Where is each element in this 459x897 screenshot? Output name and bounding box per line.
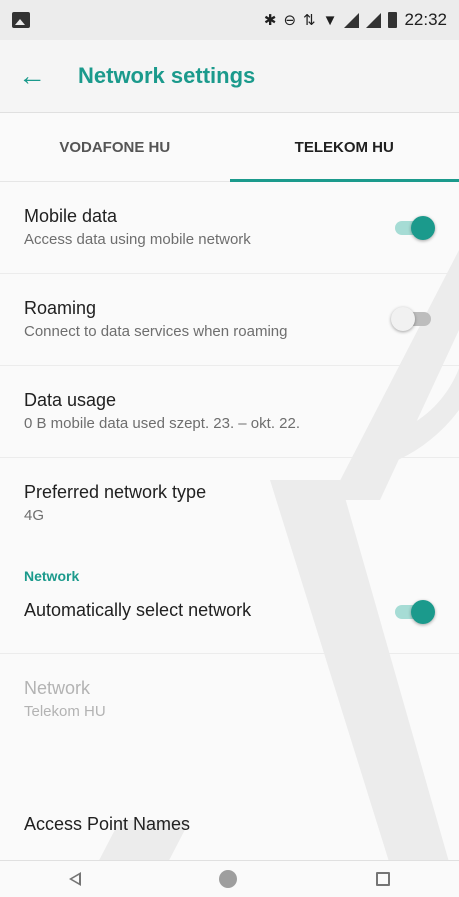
roaming-item[interactable]: Roaming Connect to data services when ro… [0, 274, 459, 366]
app-bar: ← Network settings [0, 40, 459, 112]
access-point-names-title: Access Point Names [24, 814, 191, 834]
tab-vodafone-hu[interactable]: VODAFONE HU [0, 113, 230, 181]
navigation-bar [0, 860, 459, 897]
auto-select-network-item[interactable]: Automatically select network [0, 594, 459, 654]
auto-select-network-title: Automatically select network [24, 600, 252, 620]
nav-home-icon[interactable] [219, 870, 238, 888]
mobile-data-title: Mobile data [24, 206, 118, 226]
bluetooth-icon: ✱ [263, 11, 277, 29]
roaming-switch[interactable] [391, 307, 431, 331]
data-usage-item[interactable]: Data usage 0 B mobile data used szept. 2… [0, 366, 459, 458]
data-usage-summary: 0 B mobile data used szept. 23. – okt. 2… [24, 415, 301, 432]
preferred-network-type-summary: 4G [24, 507, 45, 524]
signal-icon [344, 12, 360, 28]
mobile-data-switch[interactable] [395, 216, 435, 240]
data-usage-title: Data usage [24, 390, 117, 410]
signal-icon [366, 12, 382, 28]
gallery-icon [12, 12, 30, 28]
network-section-header: Network [24, 568, 80, 584]
arrow-back-icon[interactable]: ← [18, 62, 68, 90]
battery-icon [388, 12, 398, 28]
tab-telekom-hu[interactable]: TELEKOM HU [229, 113, 459, 182]
preferred-network-type-title: Preferred network type [24, 482, 207, 502]
auto-select-network-switch[interactable] [395, 600, 435, 624]
status-bar: ✱ ⊖ ⇅ ▼ 22:32 [0, 0, 459, 40]
network-item: Network Telekom HU [0, 654, 459, 774]
mobile-data-item[interactable]: Mobile data Access data using mobile net… [0, 182, 459, 274]
sim-tabs: VODAFONE HU TELEKOM HU [0, 112, 459, 182]
nav-back-icon[interactable] [69, 872, 82, 886]
wifi-icon: ▼ [322, 11, 338, 29]
access-point-names-item[interactable]: Access Point Names [0, 774, 459, 846]
dnd-icon: ⊖ [283, 11, 297, 29]
network-title: Network [24, 678, 91, 698]
settings-list: Mobile data Access data using mobile net… [0, 182, 459, 846]
network-summary: Telekom HU [24, 703, 106, 720]
mobile-data-summary: Access data using mobile network [24, 231, 251, 248]
status-time: 22:32 [404, 10, 447, 29]
preferred-network-type-item[interactable]: Preferred network type 4G [0, 458, 459, 560]
page-title: Network settings [78, 63, 256, 88]
data-arrows-icon: ⇅ [303, 11, 316, 29]
nav-recents-icon[interactable] [375, 872, 390, 886]
